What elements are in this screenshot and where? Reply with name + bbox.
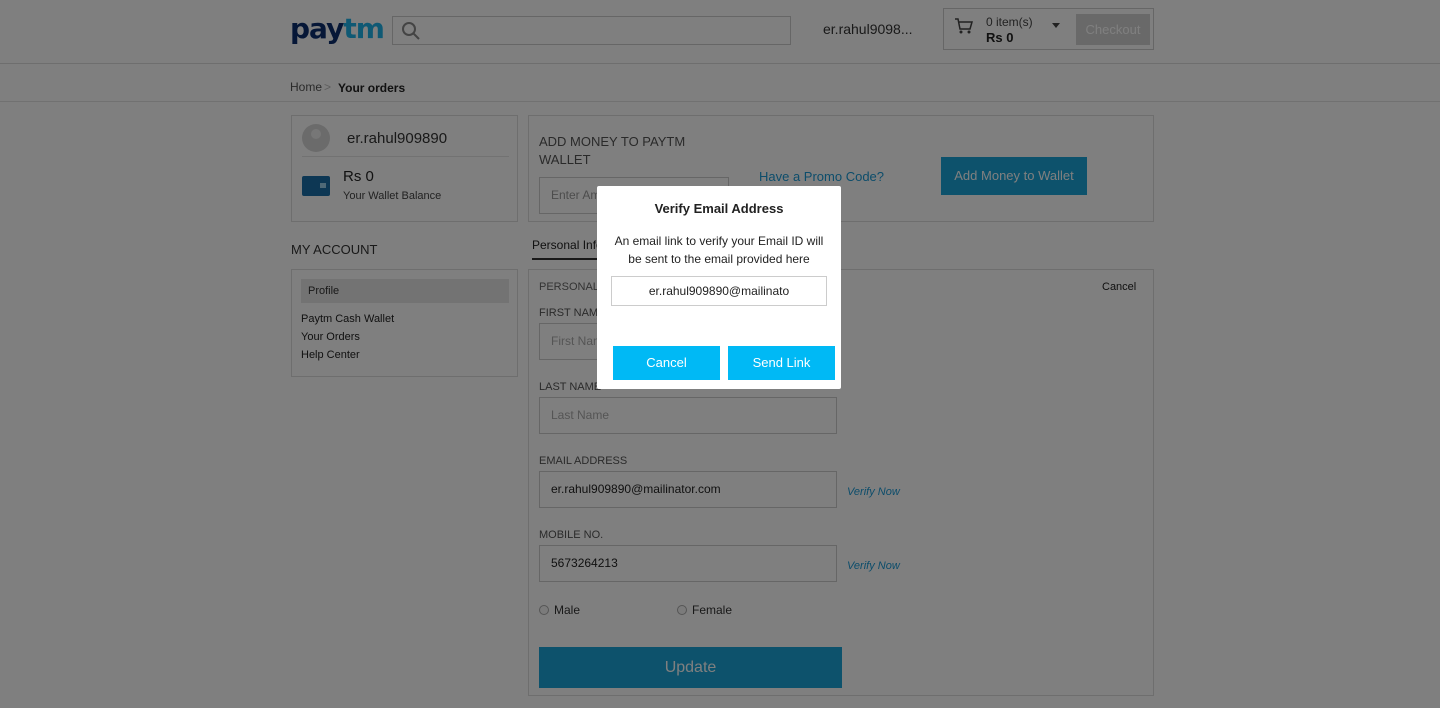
verify-email-dialog: Verify Email Address An email link to ve… — [597, 186, 841, 389]
dialog-title: Verify Email Address — [654, 201, 784, 216]
dialog-email-field[interactable]: er.rahul909890@mailinato — [611, 276, 827, 306]
send-link-button[interactable]: Send Link — [728, 346, 835, 380]
dialog-cancel-button[interactable]: Cancel — [613, 346, 720, 380]
dialog-message: An email link to verify your Email ID wi… — [614, 234, 824, 266]
